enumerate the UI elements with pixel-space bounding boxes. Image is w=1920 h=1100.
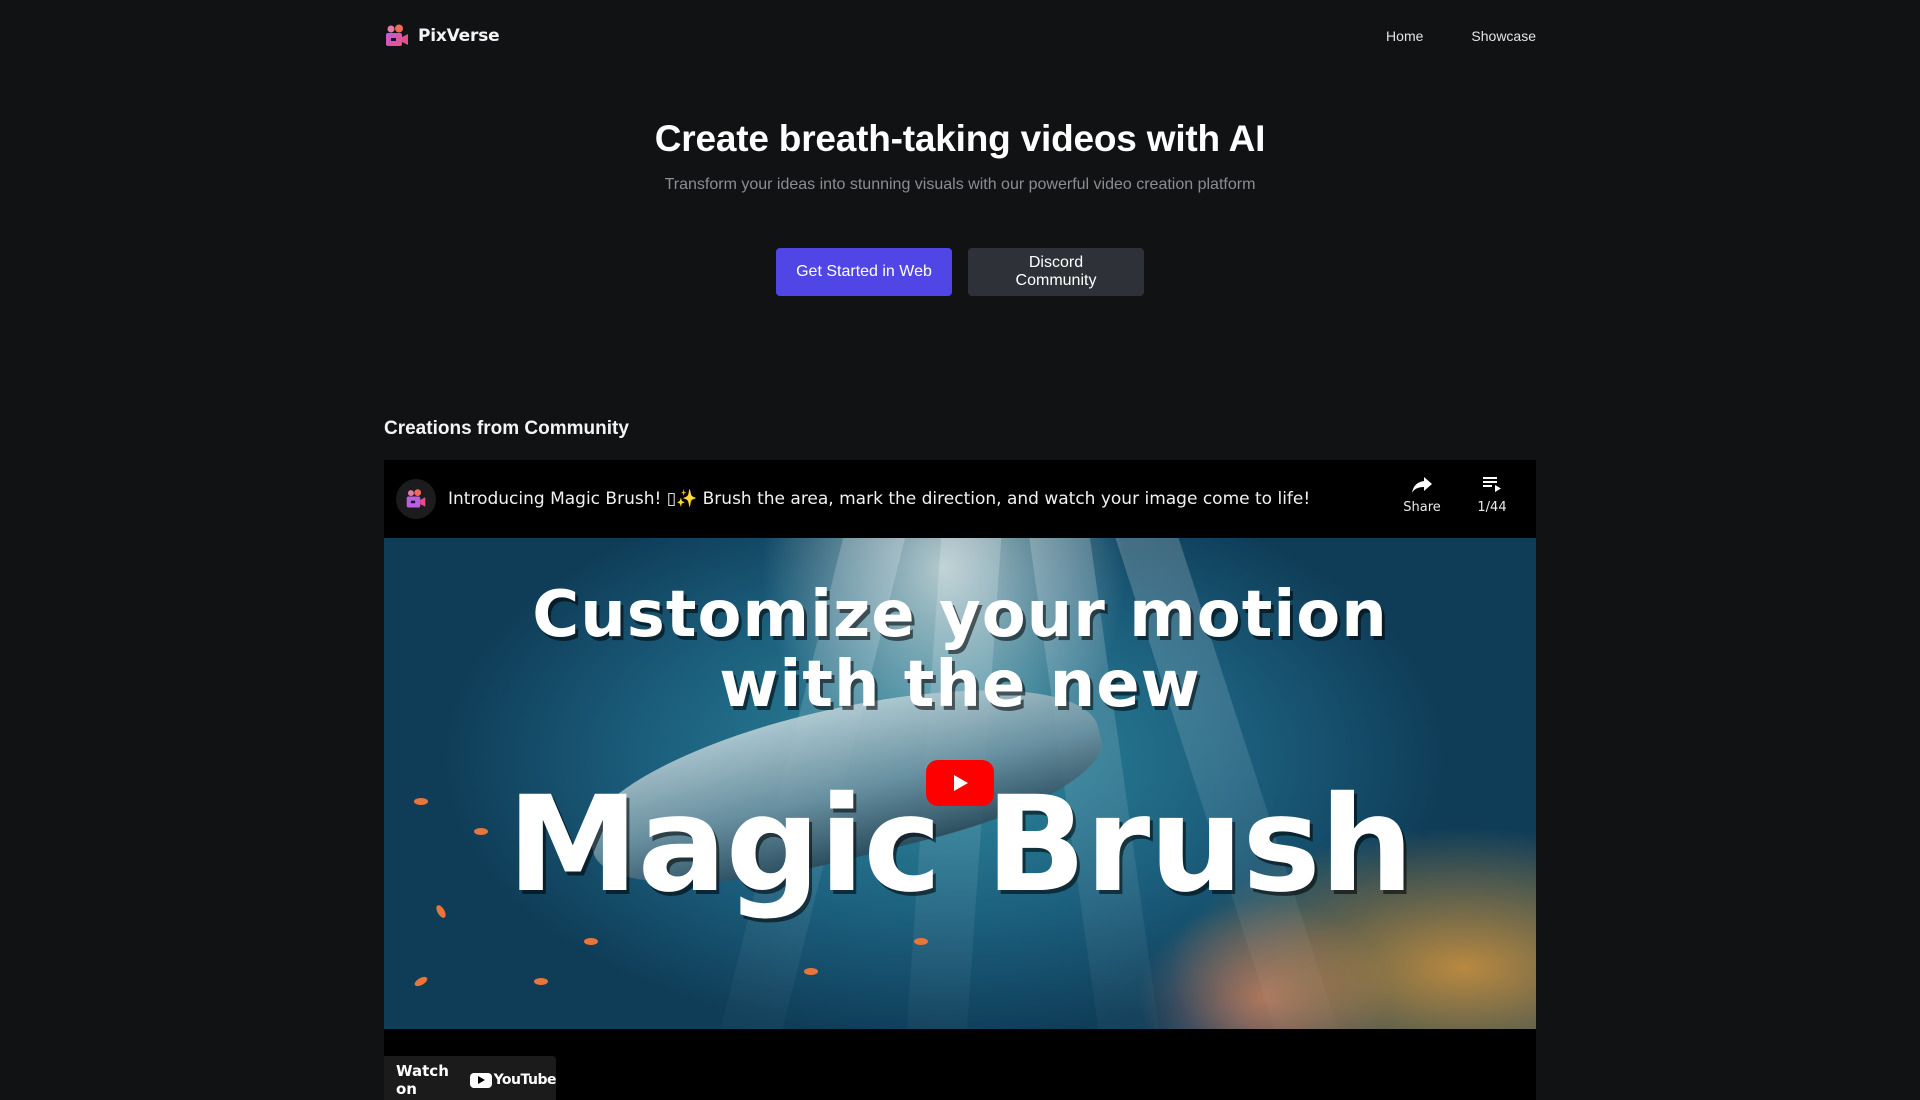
get-started-button[interactable]: Get Started in Web: [776, 248, 952, 296]
watch-on-youtube-button[interactable]: Watch on YouTube: [384, 1056, 557, 1100]
channel-logo-icon: [406, 489, 426, 508]
playlist-icon: [1483, 477, 1501, 492]
player-actions: Share 1/44: [1402, 472, 1512, 515]
playlist-position: 1/44: [1477, 500, 1507, 515]
share-button[interactable]: Share: [1402, 472, 1442, 515]
thumbnail-text-line2: with the new: [719, 648, 1201, 722]
hero-subtitle: Transform your ideas into stunning visua…: [664, 176, 1256, 193]
nav-link-home[interactable]: Home: [1386, 28, 1423, 44]
brand-logo-link[interactable]: PixVerse: [384, 23, 500, 49]
play-button[interactable]: [926, 760, 994, 806]
playlist-button[interactable]: 1/44: [1472, 472, 1512, 515]
watch-on-label: Watch on: [396, 1062, 449, 1098]
video-title-part1: Introducing Magic Brush! ▯: [448, 489, 677, 509]
youtube-logo: YouTube: [469, 1072, 557, 1088]
hero-section: Create breath-taking videos with AI Tran…: [0, 112, 1920, 194]
nav-link-showcase[interactable]: Showcase: [1471, 28, 1536, 44]
video-camera-icon: [386, 24, 408, 46]
top-nav: PixVerse Home Showcase: [384, 0, 1536, 72]
hero-title: Create breath-taking videos with AI: [654, 118, 1266, 159]
share-label: Share: [1403, 500, 1441, 515]
fish: [914, 938, 928, 945]
youtube-play-icon: [469, 1072, 492, 1088]
video-title-part2: Brush the area, mark the direction, and …: [697, 489, 1311, 509]
discord-community-button[interactable]: Discord Community: [968, 248, 1144, 296]
youtube-embed[interactable]: Introducing Magic Brush! ▯✨ Brush the ar…: [384, 460, 1536, 1100]
video-thumbnail[interactable]: Customize your motion with the new Magic…: [384, 538, 1536, 1029]
cta-buttons: Get Started in Web Discord Community: [0, 248, 1920, 296]
fish: [534, 978, 548, 985]
community-section-title: Creations from Community: [384, 418, 629, 439]
nav-links: Home Showcase: [1386, 28, 1536, 44]
video-title-link[interactable]: Introducing Magic Brush! ▯✨ Brush the ar…: [448, 489, 1310, 509]
fish: [804, 968, 818, 975]
fish: [413, 974, 429, 989]
youtube-wordmark: YouTube: [493, 1072, 557, 1088]
thumbnail-text-line1: Customize your motion: [532, 578, 1388, 652]
channel-avatar[interactable]: [396, 479, 436, 519]
fish: [584, 938, 598, 945]
play-icon: [954, 775, 968, 791]
brand-name: PixVerse: [418, 26, 500, 46]
share-arrow-icon: [1412, 477, 1432, 493]
player-header: Introducing Magic Brush! ▯✨ Brush the ar…: [384, 460, 1536, 538]
sparkles-icon: ✨: [676, 489, 698, 509]
